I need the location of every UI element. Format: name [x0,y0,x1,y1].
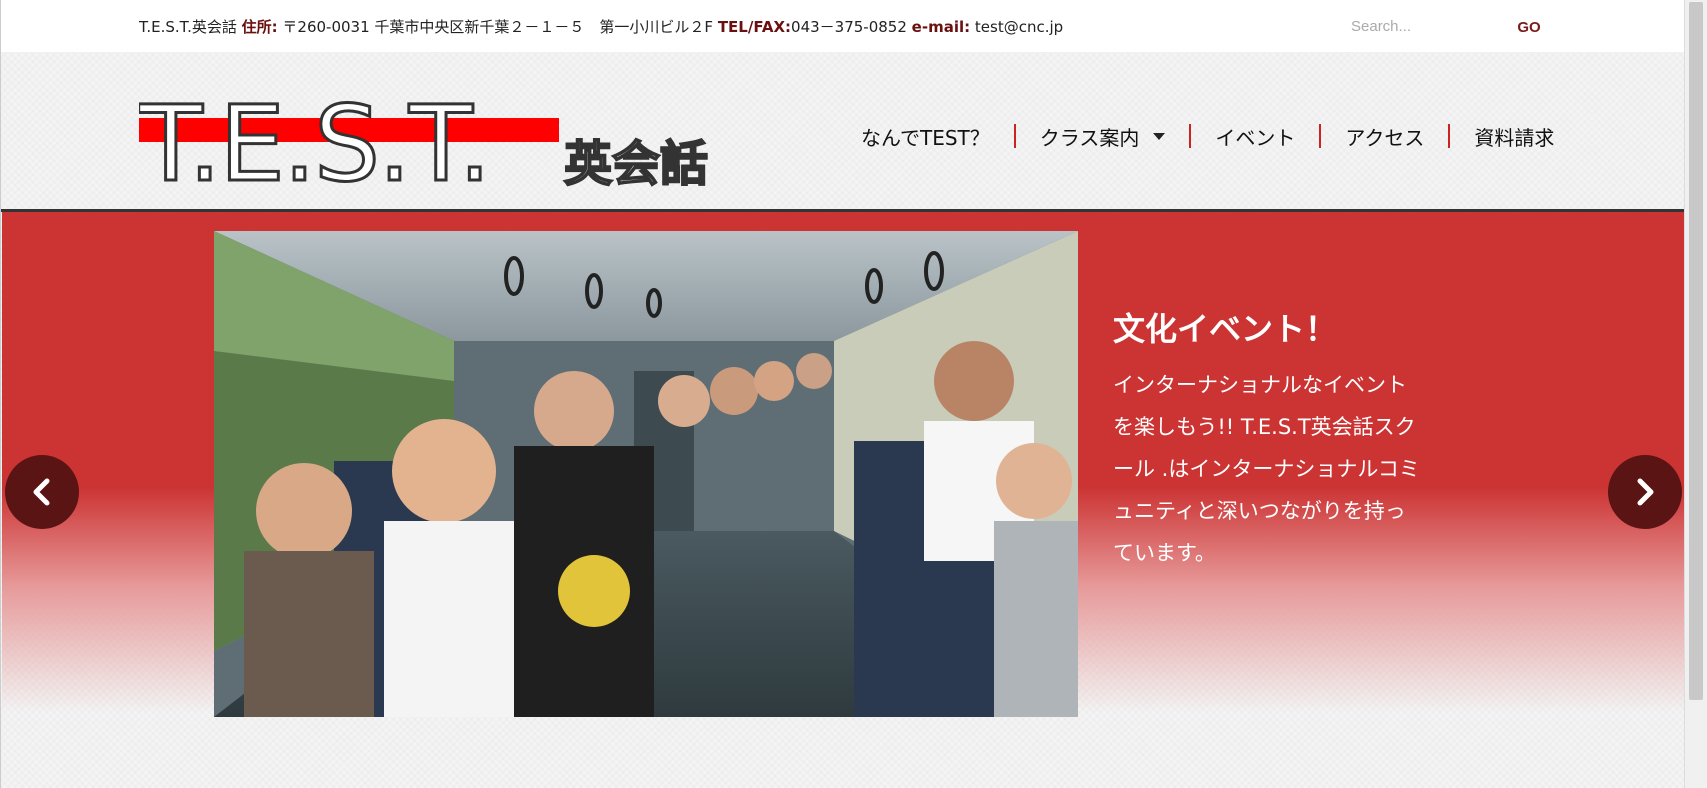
nav-item-label: なんでTEST？ [861,125,990,150]
address-text: 〒260-0031 千葉市中央区新千葉２－１－５ 第一小川ビル２F [282,18,714,36]
nav-item-label: イベント [1215,125,1296,150]
nav-item-request-info[interactable]: 資料請求 [1474,122,1554,151]
logo-main-text: T.E.S.T. [139,83,489,200]
email-text[interactable]: test@cnc.jp [975,18,1063,36]
main-nav: なんでTEST？ クラス案内 イベント アクセス 資料請求 [861,118,1554,154]
school-name: T.E.S.T.英会話 [139,18,237,36]
nav-item-why-test[interactable]: なんでTEST？ [861,122,990,151]
logo-graphic: T.E.S.T. 英会話 [137,82,710,207]
caret-down-icon [1153,132,1166,140]
search-go-button[interactable]: GO [1501,14,1557,40]
logo-sub-text: 英会話 [564,136,708,192]
nav-separator [1013,124,1016,148]
bus-photo-illustration [214,231,1078,717]
site-logo[interactable]: T.E.S.T. 英会話 [137,70,719,207]
page-scrollbar[interactable] [1684,0,1707,788]
tel-label: TEL/FAX: [717,18,792,36]
chevron-left-icon [33,478,50,506]
nav-item-label: 資料請求 [1474,125,1555,150]
slide-body: インターナショナルなイベントを楽しもう!! T.E.S.T英会話スクール .はイ… [1113,373,1420,565]
page: T.E.S.T.英会話 住所: 〒260-0031 千葉市中央区新千葉２－１－５… [0,0,1685,788]
scrollbar-thumb[interactable] [1689,2,1703,700]
slide-photo [214,231,1078,717]
nav-separator [1189,124,1192,148]
tel-text: 043－375-0852 [791,18,907,36]
search-input[interactable] [1351,12,1481,40]
nav-separator [1448,124,1451,148]
nav-separator [1319,124,1322,148]
next-slide-button[interactable] [1608,455,1682,529]
nav-item-classes[interactable]: クラス案内 [1040,122,1166,151]
nav-item-label: アクセス [1345,125,1425,150]
address-label: 住所: [241,18,278,36]
nav-item-access[interactable]: アクセス [1345,122,1424,151]
contact-info: T.E.S.T.英会話 住所: 〒260-0031 千葉市中央区新千葉２－１－５… [139,16,1063,37]
prev-slide-button[interactable] [5,455,79,529]
nav-item-events[interactable]: イベント [1215,122,1295,151]
chevron-right-icon [1637,478,1654,506]
nav-item-label: クラス案内 [1039,125,1140,150]
slide-title: 文化イベント！ [1113,310,1338,348]
email-label: e-mail: [911,18,971,36]
top-bar: T.E.S.T.英会話 住所: 〒260-0031 千葉市中央区新千葉２－１－５… [1,0,1685,52]
